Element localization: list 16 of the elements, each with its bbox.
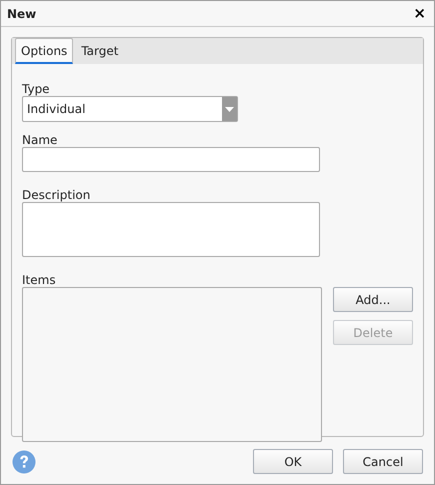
caret-icon — [225, 106, 234, 112]
add-button[interactable]: Add... — [333, 287, 413, 312]
cancel-button[interactable]: Cancel — [343, 449, 423, 474]
field-label: Items — [22, 273, 57, 287]
type-dropdown[interactable]: Individual — [22, 96, 238, 122]
name-field[interactable] — [22, 147, 320, 172]
window-title: New — [7, 6, 36, 22]
field-label: Name — [22, 133, 58, 147]
help-icon[interactable] — [12, 450, 36, 474]
field-label: Type — [22, 82, 51, 96]
field-label: Description — [22, 188, 92, 202]
ok-button[interactable]: OK — [253, 449, 333, 474]
close-button[interactable]: × — [413, 6, 426, 21]
tab[interactable]: Options — [15, 38, 74, 64]
description-field[interactable] — [22, 202, 320, 257]
tab[interactable]: Target — [75, 38, 124, 64]
